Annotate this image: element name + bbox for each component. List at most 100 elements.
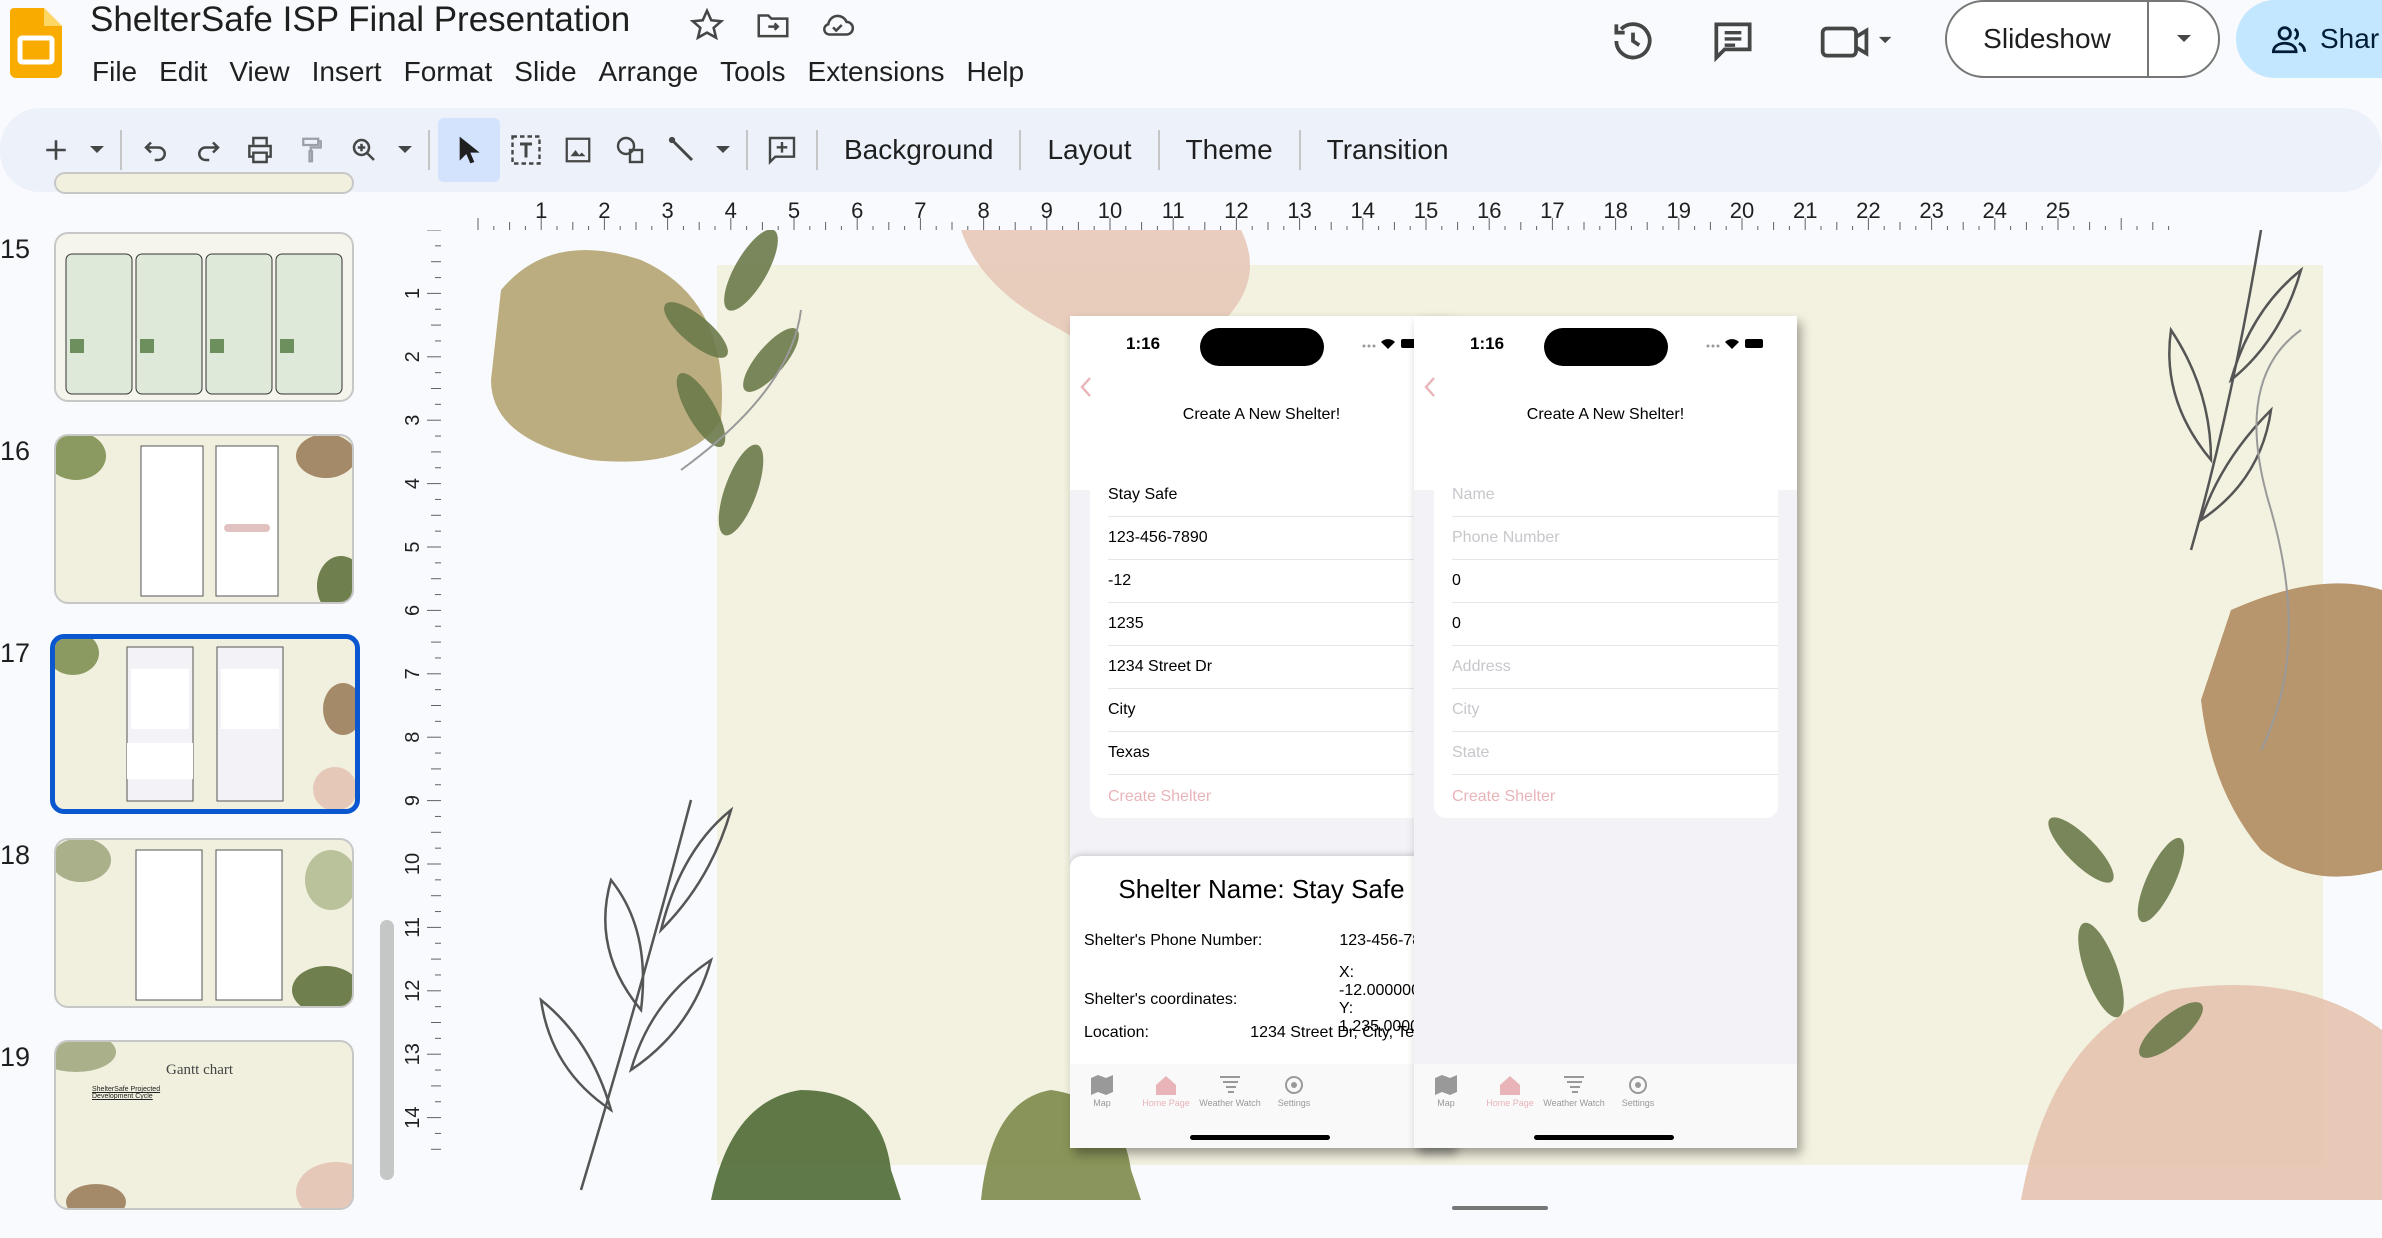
state-field[interactable]: Texas: [1108, 732, 1434, 775]
speaker-notes-handle[interactable]: [1452, 1206, 1548, 1210]
insert-image-button[interactable]: [552, 118, 604, 182]
menu-arrange[interactable]: Arrange: [588, 52, 710, 92]
menu-file[interactable]: File: [92, 52, 148, 92]
text-box-button[interactable]: [500, 118, 552, 182]
add-comment-button[interactable]: [756, 118, 808, 182]
shelter-form: Stay Safe 123-456-7890 -12 1235 1234 Str…: [1090, 474, 1434, 818]
transition-button[interactable]: Transition: [1309, 134, 1467, 166]
ruler-label: 11: [405, 917, 424, 938]
line-button[interactable]: [656, 118, 708, 182]
tab-settings[interactable]: Settings: [1254, 1074, 1334, 1108]
line-dropdown[interactable]: [708, 118, 738, 182]
home-indicator: [1190, 1135, 1330, 1140]
status-bar: 1:16: [1070, 316, 1453, 380]
create-shelter-button[interactable]: Create Shelter: [1452, 775, 1778, 818]
slides-logo-icon[interactable]: [10, 8, 62, 78]
back-chevron-icon[interactable]: [1076, 374, 1096, 400]
toolbar-divider: [746, 130, 748, 170]
slide-thumbnail-14[interactable]: [54, 172, 354, 194]
tab-weather-label: Weather Watch: [1199, 1098, 1261, 1108]
shape-button[interactable]: [604, 118, 656, 182]
ruler-label: 10: [405, 853, 424, 875]
city-field[interactable]: City: [1452, 689, 1778, 732]
menu-extensions[interactable]: Extensions: [797, 52, 956, 92]
status-icons: [1706, 339, 1763, 349]
comments-icon[interactable]: [1708, 16, 1758, 66]
menu-help[interactable]: Help: [956, 52, 1036, 92]
address-field[interactable]: 1234 Street Dr: [1108, 646, 1434, 689]
current-slide[interactable]: 1:16 Create A New Shelter! Stay Safe 123…: [441, 230, 2382, 1200]
slide-thumbnail-16[interactable]: [54, 434, 354, 604]
slide-number: 18: [0, 840, 31, 870]
add-comment-icon: [768, 136, 796, 165]
horizontal-ruler[interactable]: 1 2 3 4 5 6 7 8 9 10 11 12 13 14 15 16 17 18 19 20 21 22 23 24 2…: [440, 198, 2382, 232]
slide-thumbnail-19[interactable]: Gantt chart ShelterSafe Projected Develo…: [54, 1040, 354, 1210]
slideshow-label[interactable]: Slideshow: [1947, 23, 2147, 55]
select-tool-button[interactable]: [438, 118, 500, 182]
tornado-icon: [1220, 1076, 1240, 1093]
shelter-detail-sheet: Shelter Name: Stay Safe Shelter's Phone …: [1070, 856, 1453, 1066]
slide-thumbnail-18[interactable]: [54, 838, 354, 1008]
slide-preview: [65, 253, 343, 395]
zoom-dropdown[interactable]: [390, 118, 420, 182]
slide-thumbnail-17[interactable]: [50, 634, 360, 814]
slide-number: 19: [0, 1042, 31, 1072]
cloud-saved-icon[interactable]: [818, 6, 856, 44]
version-history-icon[interactable]: [1608, 16, 1658, 66]
ruler-label: 4: [405, 478, 424, 489]
filmstrip-scrollbar[interactable]: [380, 920, 394, 1180]
document-title[interactable]: ShelterSafe ISP Final Presentation: [90, 0, 630, 40]
phone-field[interactable]: Phone Number: [1452, 517, 1778, 560]
ruler-label: 9: [405, 795, 424, 806]
share-button[interactable]: Shar: [2236, 0, 2382, 78]
tab-map-label: Map: [1093, 1098, 1111, 1108]
ruler-label: 14: [1351, 198, 1375, 223]
x-coordinate-field[interactable]: -12: [1108, 560, 1434, 603]
toolbar: Background Layout Theme Transition: [0, 108, 2382, 192]
phone-field[interactable]: 123-456-7890: [1108, 517, 1434, 560]
menu-edit[interactable]: Edit: [148, 52, 218, 92]
slide-thumbnail-15[interactable]: [54, 232, 354, 402]
ruler-label: 16: [1477, 198, 1501, 223]
state-field[interactable]: State: [1452, 732, 1778, 775]
background-button[interactable]: Background: [826, 134, 1011, 166]
menu-insert[interactable]: Insert: [301, 52, 393, 92]
theme-button[interactable]: Theme: [1168, 134, 1291, 166]
create-shelter-button[interactable]: Create Shelter: [1108, 775, 1434, 818]
name-field[interactable]: Name: [1452, 474, 1778, 517]
menu-view[interactable]: View: [218, 52, 300, 92]
address-field[interactable]: Address: [1452, 646, 1778, 689]
toolbar-divider: [1019, 130, 1022, 170]
ruler-label: 5: [405, 541, 424, 552]
move-folder-icon[interactable]: [754, 6, 792, 44]
slideshow-button[interactable]: Slideshow: [1945, 0, 2220, 78]
tab-home-label: Home Page: [1142, 1098, 1190, 1108]
meet-video-icon[interactable]: [1816, 16, 1896, 66]
slideshow-options-button[interactable]: [2149, 33, 2218, 45]
menu-tools[interactable]: Tools: [709, 52, 796, 92]
vertical-ruler[interactable]: 1234567891011121314: [405, 230, 441, 1170]
x-coordinate-field[interactable]: 0: [1452, 560, 1778, 603]
ruler-label: 3: [405, 415, 424, 426]
ruler-label: 24: [1983, 198, 2007, 223]
city-field[interactable]: City: [1108, 689, 1434, 732]
y-coordinate-field[interactable]: 1235: [1108, 603, 1434, 646]
ruler-label: 17: [1540, 198, 1564, 223]
ruler-label: 6: [405, 605, 424, 616]
name-field[interactable]: Stay Safe: [1108, 474, 1434, 517]
layout-button[interactable]: Layout: [1029, 134, 1149, 166]
status-icons: [1362, 339, 1419, 349]
ruler-label: 2: [405, 351, 424, 362]
star-icon[interactable]: [688, 6, 726, 44]
gear-icon: [1285, 1076, 1303, 1094]
ruler-label: 1: [405, 288, 424, 299]
house-icon: [1500, 1076, 1520, 1095]
menu-format[interactable]: Format: [393, 52, 504, 92]
tab-home-label: Home Page: [1486, 1098, 1534, 1108]
ruler-label: 3: [661, 198, 673, 223]
back-chevron-icon[interactable]: [1420, 374, 1440, 400]
paint-format-icon: [302, 137, 322, 163]
y-coordinate-field[interactable]: 0: [1452, 603, 1778, 646]
tab-settings[interactable]: Settings: [1598, 1074, 1678, 1108]
menu-slide[interactable]: Slide: [503, 52, 587, 92]
